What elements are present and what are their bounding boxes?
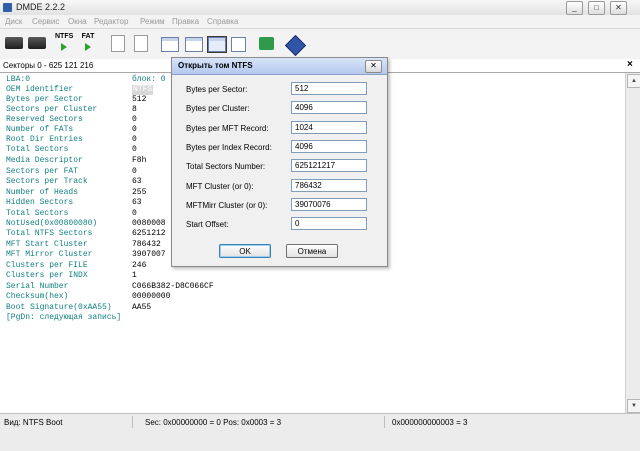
bytes-per-mft-record-input[interactable] [291, 121, 367, 134]
scroll-down-icon[interactable]: ▼ [627, 399, 640, 413]
mft-cluster-input[interactable] [291, 179, 367, 192]
document-icon[interactable] [111, 35, 125, 52]
toolbar: NTFS FAT [0, 29, 640, 60]
bytes-per-cluster-input[interactable] [291, 101, 367, 114]
menu-windows[interactable]: Окна [68, 17, 87, 26]
dialog-close-button[interactable]: ✕ [365, 60, 382, 73]
status-bar: Вид: NTFS Boot Sec: 0x00000000 = 0 Pos: … [0, 413, 640, 430]
dialog-title-bar[interactable]: Открыть том NTFS ✕ [172, 58, 387, 75]
total-sectors-label: Total Sectors Number: [186, 162, 266, 171]
menu-disk[interactable]: Диск [5, 17, 22, 26]
mft-cluster-label: MFT Cluster (or 0): [186, 182, 254, 191]
app-icon [3, 3, 12, 12]
open-ntfs-volume-dialog: Открыть том NTFS ✕ Bytes per Sector: Byt… [171, 57, 388, 267]
status-divider [384, 416, 385, 428]
menu-editor[interactable]: Редактор [94, 17, 128, 26]
maximize-button[interactable]: □ [588, 1, 605, 15]
menu-bar: Диск Сервис Окна Редактор Режим Правка С… [0, 15, 640, 29]
sector-range: Секторы 0 - 625 121 216 [3, 61, 94, 70]
minimize-button[interactable]: _ [566, 1, 583, 15]
ntfs-open-icon[interactable] [61, 43, 67, 51]
menu-mode[interactable]: Режим [140, 17, 165, 26]
total-sectors-input[interactable] [291, 159, 367, 172]
detail-view-icon[interactable] [185, 37, 203, 52]
diamond-icon[interactable] [284, 34, 307, 57]
vertical-scrollbar[interactable]: ▲ ▼ [625, 73, 640, 413]
recover-icon[interactable] [259, 37, 274, 50]
status-view: Вид: NTFS Boot [4, 418, 63, 427]
document-edit-icon[interactable] [134, 35, 148, 52]
menu-help[interactable]: Справка [207, 17, 238, 26]
list-view-icon[interactable] [161, 37, 179, 52]
scroll-up-icon[interactable]: ▲ [627, 74, 640, 88]
mftmirr-cluster-label: MFTMirr Cluster (or 0): [186, 201, 268, 210]
fat-label: FAT [81, 33, 95, 40]
boot-view-icon[interactable] [207, 36, 227, 53]
close-button[interactable]: ✕ [610, 1, 627, 15]
bytes-per-index-record-input[interactable] [291, 140, 367, 153]
start-offset-label: Start Offset: [186, 220, 229, 229]
disk-drive-icon[interactable] [5, 37, 23, 49]
bytes-per-sector-input[interactable] [291, 82, 367, 95]
dialog-title: Открыть том NTFS [178, 61, 253, 70]
cancel-button[interactable]: Отмена [286, 244, 338, 258]
title-bar: DMDE 2.2.2 _ □ ✕ [0, 0, 640, 16]
bytes-per-mft-record-label: Bytes per MFT Record: [186, 124, 269, 133]
partition-drive-icon[interactable] [28, 37, 46, 49]
status-sector-position: Sec: 0x00000000 = 0 Pos: 0x0003 = 3 [145, 418, 282, 427]
fat-open-icon[interactable] [85, 43, 91, 51]
status-divider [132, 416, 133, 428]
sector-close-icon[interactable]: × [627, 59, 633, 70]
menu-edit[interactable]: Правка [172, 17, 199, 26]
window-title: DMDE 2.2.2 [16, 2, 66, 12]
search-icon[interactable] [231, 37, 246, 52]
bytes-per-cluster-label: Bytes per Cluster: [186, 104, 250, 113]
menu-service[interactable]: Сервис [32, 17, 59, 26]
mftmirr-cluster-input[interactable] [291, 198, 367, 211]
ntfs-label: NTFS [55, 33, 74, 40]
start-offset-input[interactable] [291, 217, 367, 230]
bytes-per-index-record-label: Bytes per Index Record: [186, 143, 272, 152]
window-bottom [0, 430, 640, 451]
bytes-per-sector-label: Bytes per Sector: [186, 85, 248, 94]
status-offset: 0x000000000003 = 3 [392, 418, 468, 427]
ok-button[interactable]: OK [219, 244, 271, 258]
